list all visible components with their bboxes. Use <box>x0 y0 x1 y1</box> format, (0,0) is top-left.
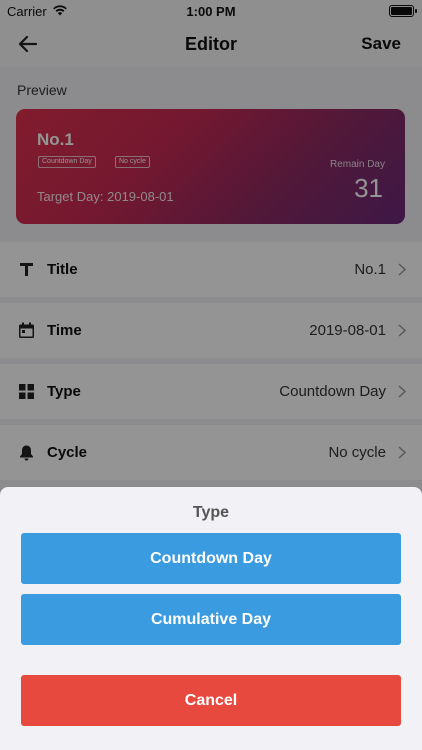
cancel-button[interactable]: Cancel <box>21 675 401 726</box>
type-action-sheet: Type Countdown Day Cumulative Day Cancel <box>0 487 422 750</box>
sheet-title: Type <box>192 504 230 521</box>
cumulative-day-button[interactable]: Cumulative Day <box>21 594 401 645</box>
countdown-day-button[interactable]: Countdown Day <box>21 533 401 584</box>
